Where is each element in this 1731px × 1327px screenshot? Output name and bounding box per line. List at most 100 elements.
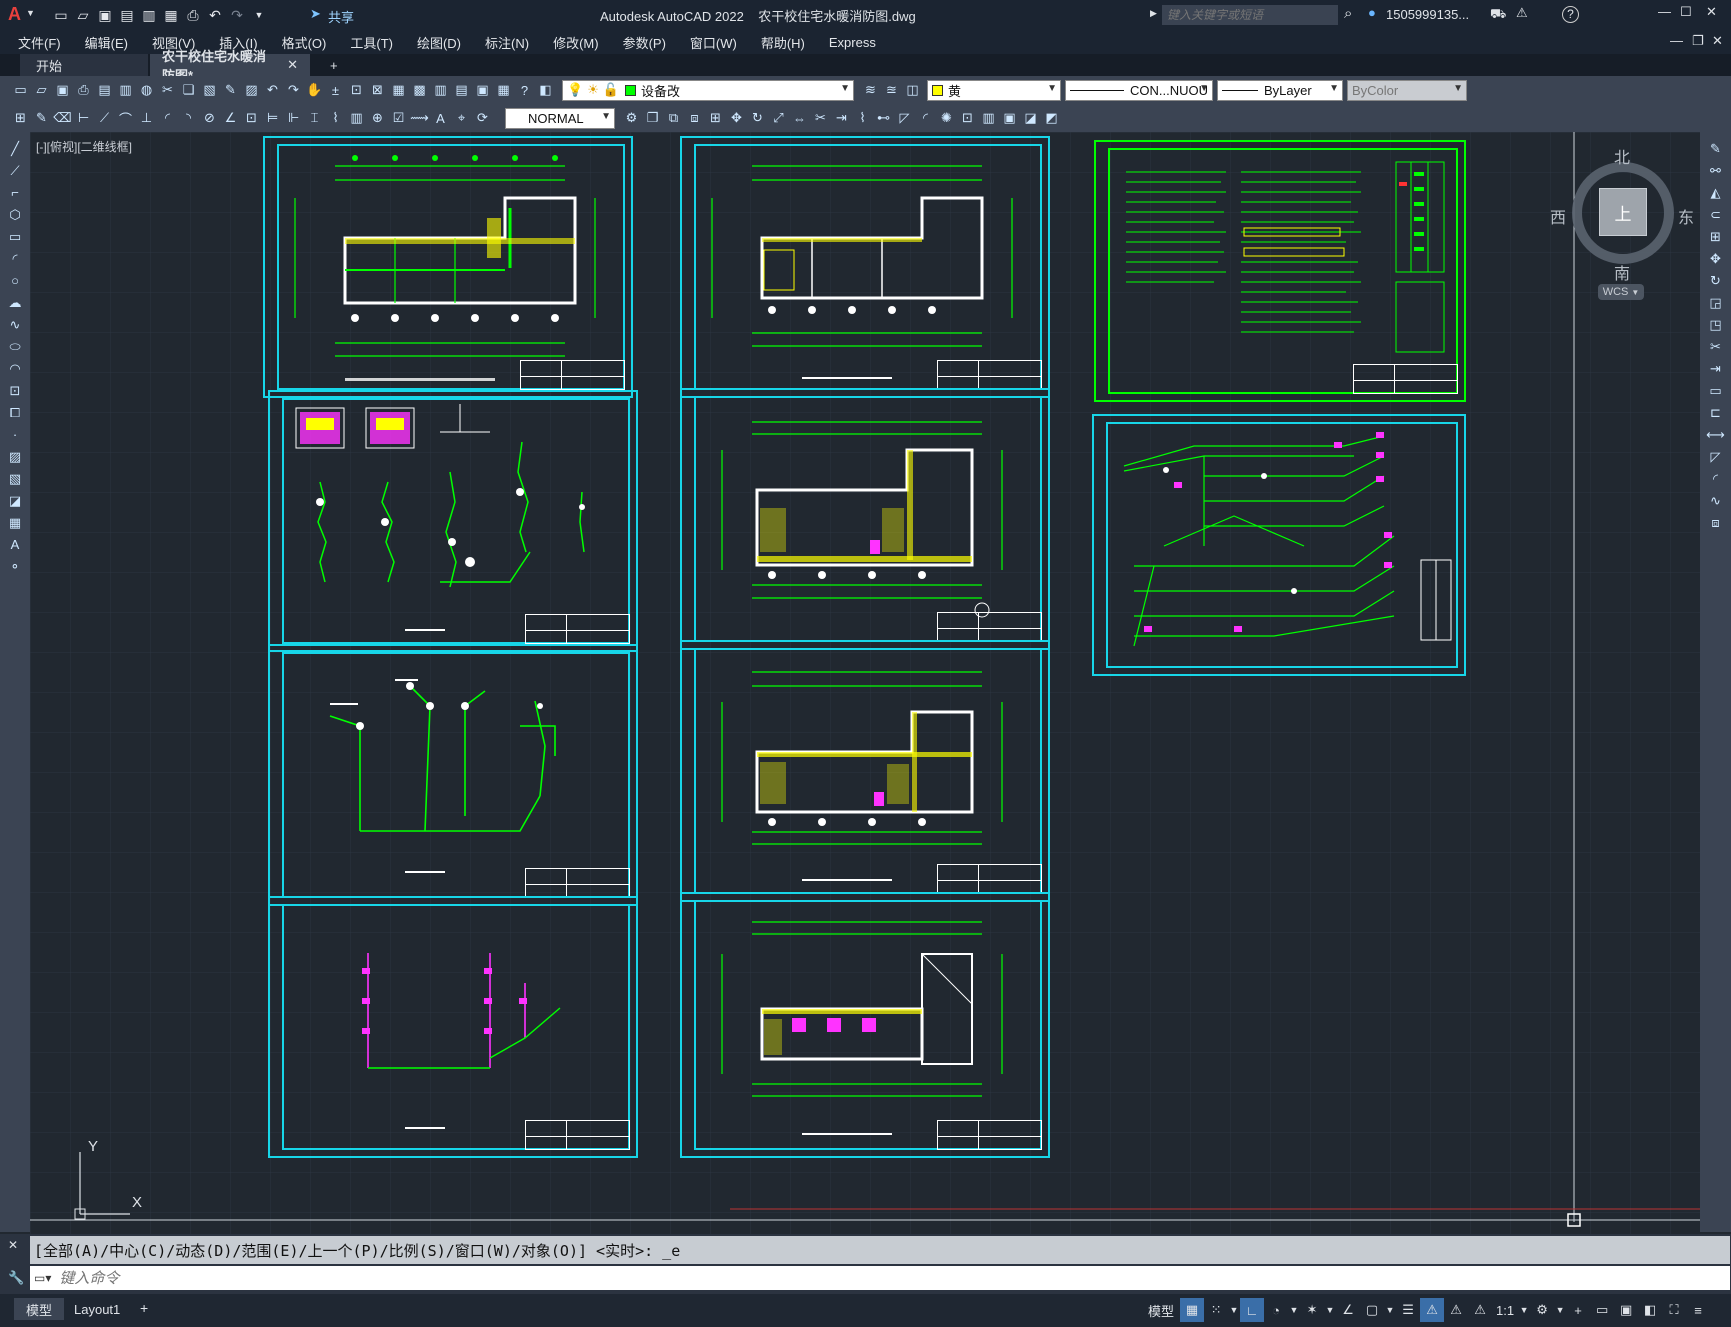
menu-format[interactable]: 格式(O) (270, 33, 339, 52)
scale-dropdown-icon[interactable]: ▼ (1518, 1298, 1530, 1322)
new-icon[interactable]: ▭ (50, 4, 72, 26)
tab-layout1[interactable]: Layout1 (64, 1298, 130, 1320)
make-block-icon[interactable]: ⧠ (5, 402, 26, 423)
share-button[interactable]: 共享 (328, 7, 354, 26)
array-icon[interactable]: ⊞ (705, 108, 726, 129)
make-current-icon[interactable]: ≋ (860, 80, 881, 101)
array-right-icon[interactable]: ⊞ (1705, 226, 1726, 247)
undo-icon[interactable]: ↶ (204, 4, 226, 26)
qnew-icon[interactable]: ▭ (10, 80, 31, 101)
layer-properties-icon[interactable]: ◧ (535, 80, 556, 101)
compass-north[interactable]: 北 (1614, 144, 1630, 168)
mirror-icon[interactable]: ⧉ (663, 108, 684, 129)
menu-parametric[interactable]: 参数(P) (611, 33, 678, 52)
point-icon[interactable]: · (5, 424, 26, 445)
qat-dropdown-icon[interactable]: ▼ (248, 4, 270, 26)
drawing-sheet-fire-system[interactable] (268, 896, 638, 1158)
angular-dim-icon[interactable]: ∠ (220, 108, 241, 129)
undo2-icon[interactable]: ↶ (262, 80, 283, 101)
user-name[interactable]: 1505999135... (1386, 7, 1469, 22)
annotation-visibility-icon[interactable]: ⚠ (1420, 1298, 1445, 1322)
table-left-icon[interactable]: ▦ (5, 512, 26, 533)
command-customize-icon[interactable]: 🔧 (8, 1270, 24, 1286)
table-tool-icon[interactable]: ▥ (978, 108, 999, 129)
baseline-dim-icon[interactable]: ⊨ (262, 108, 283, 129)
compass-east[interactable]: 东 (1678, 204, 1694, 228)
osnap-dropdown-icon[interactable]: ▼ (1384, 1298, 1396, 1322)
polyline-icon[interactable]: ⌐ (5, 182, 26, 203)
command-prompt-icon[interactable]: ▭▾ (34, 1271, 51, 1285)
gradient-icon[interactable]: ▧ (5, 468, 26, 489)
annotation-scale-value[interactable]: 1:1 (1496, 1303, 1514, 1318)
snap-dropdown-icon[interactable]: ▼ (1228, 1298, 1240, 1322)
quick-dim-icon[interactable]: ⊡ (241, 108, 262, 129)
plotstyle-dropdown[interactable]: ByColor ▼ (1347, 79, 1467, 101)
app-menu-arrow-icon[interactable]: ▼ (26, 8, 35, 18)
drawing-sheet-basement-plan[interactable] (263, 136, 633, 398)
plus-icon[interactable]: + (1566, 1298, 1590, 1322)
revcloud-icon[interactable]: ☁ (5, 292, 26, 313)
extend-icon[interactable]: ⇥ (831, 108, 852, 129)
aligned-dim-icon[interactable]: ⟋ (94, 108, 115, 129)
jogged-dim-icon[interactable]: ◝ (178, 108, 199, 129)
3d-dwf-icon[interactable]: ◍ (136, 80, 157, 101)
lineweight-icon[interactable]: ☰ (1396, 1298, 1420, 1322)
dim-text-edit-icon[interactable]: ⌖ (451, 108, 472, 129)
ellipse-icon[interactable]: ⬭ (5, 336, 26, 357)
spline-icon[interactable]: ∿ (5, 314, 26, 335)
cart-icon[interactable]: ⛟ (1490, 6, 1506, 24)
doc-minimize-icon[interactable]: — (1670, 33, 1683, 48)
app-logo-icon[interactable]: A (8, 4, 21, 25)
insert-block-icon[interactable]: ⊡ (957, 108, 978, 129)
rotate-icon[interactable]: ↻ (747, 108, 768, 129)
add-selected-icon[interactable]: ⚬ (5, 556, 26, 577)
tab-model[interactable]: 模型 (14, 1298, 65, 1320)
rectangle-icon[interactable]: ▭ (5, 226, 26, 247)
edit-icon[interactable]: ✎ (31, 108, 52, 129)
drawing-sheet-first-floor-plan[interactable] (680, 136, 1050, 398)
workspace-gear-icon[interactable]: ⚙ (1530, 1298, 1554, 1322)
scale-right-icon[interactable]: ◲ (1705, 292, 1726, 313)
markup-icon[interactable]: ▣ (472, 80, 493, 101)
compass-south[interactable]: 南 (1614, 260, 1630, 284)
search-icon[interactable]: ⌕ (1344, 5, 1352, 22)
layer-states-icon[interactable]: ◫ (902, 80, 923, 101)
calculator-icon[interactable]: ▦ (493, 80, 514, 101)
join-icon[interactable]: ⊷ (873, 108, 894, 129)
offset-icon[interactable]: ⧈ (684, 108, 705, 129)
stretch-right-icon[interactable]: ◳ (1705, 314, 1726, 335)
break-icon[interactable]: ⌇ (852, 108, 873, 129)
menu-window[interactable]: 窗口(W) (678, 33, 749, 52)
region-left-icon[interactable]: ◪ (5, 490, 26, 511)
new-tab-button[interactable]: + (318, 54, 350, 76)
image-icon[interactable]: ▣ (999, 108, 1020, 129)
quick-properties-icon[interactable]: ▣ (1614, 1298, 1638, 1322)
save-file-icon[interactable]: ▣ (52, 80, 73, 101)
cut-icon[interactable]: ✂ (157, 80, 178, 101)
rotate-right-icon[interactable]: ↻ (1705, 270, 1726, 291)
jogged-linear-icon[interactable]: ⟿ (409, 108, 430, 129)
drawing-sheet-third-floor-plan[interactable] (680, 640, 1050, 902)
plot-preview-icon[interactable]: ▤ (94, 80, 115, 101)
command-input[interactable] (59, 1269, 1560, 1287)
help-icon[interactable]: ? (1562, 6, 1579, 23)
menu-dimension[interactable]: 标注(N) (473, 33, 541, 52)
iso-dropdown-icon[interactable]: ▼ (1324, 1298, 1336, 1322)
zoom-previous-icon[interactable]: ⊠ (367, 80, 388, 101)
continue-dim-icon[interactable]: ⊩ (283, 108, 304, 129)
grid-icon[interactable]: ▦ (1180, 1298, 1205, 1322)
offset-right-icon[interactable]: ⊂ (1705, 204, 1726, 225)
radius-dim-icon[interactable]: ◜ (157, 108, 178, 129)
menu-modify[interactable]: 修改(M) (541, 33, 611, 52)
construction-line-icon[interactable]: ⟋ (5, 160, 26, 181)
linear-dim-icon[interactable]: ⊢ (73, 108, 94, 129)
erase-icon[interactable]: ✎ (1705, 138, 1726, 159)
open-file-icon[interactable]: ▱ (31, 80, 52, 101)
isodraft-icon[interactable]: ✶ (1300, 1298, 1324, 1322)
arc-icon[interactable]: ◜ (5, 248, 26, 269)
help-toolbar-icon[interactable]: ? (514, 80, 535, 101)
doc-close-icon[interactable]: ✕ (1712, 33, 1723, 49)
ellipse-arc-icon[interactable]: ◠ (5, 358, 26, 379)
share-icon[interactable]: ➤ (310, 6, 321, 22)
mirror-right-icon[interactable]: ◭ (1705, 182, 1726, 203)
